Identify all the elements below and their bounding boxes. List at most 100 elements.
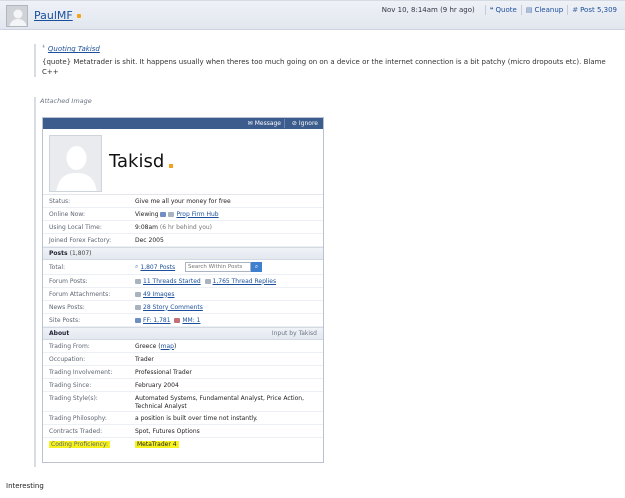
local-time: 9:08am bbox=[135, 223, 158, 231]
user-avatar[interactable] bbox=[6, 5, 28, 27]
forum-icon bbox=[168, 211, 175, 217]
info-label: Occupation: bbox=[49, 355, 86, 363]
info-value: Viewing Prop Firm Hub bbox=[135, 211, 219, 218]
info-value: 9:08am (6 hr behind you) bbox=[135, 224, 212, 231]
mm-site-icon bbox=[174, 317, 181, 323]
ignore-icon: ⊘ bbox=[291, 120, 297, 127]
profile-avatar bbox=[49, 135, 102, 192]
quote-icon: ❝ bbox=[489, 6, 494, 14]
about-row-styles: Trading Style(s): Automated Systems, Fun… bbox=[43, 392, 323, 412]
info-label: Trading Philosophy: bbox=[49, 414, 107, 422]
info-value: 28 Story Comments bbox=[135, 304, 203, 311]
info-row-status: Status: Give me all your money for free bbox=[43, 195, 323, 208]
attachment-block: Attached Image ✉ Message ⊘ Ignore Takisd bbox=[34, 97, 334, 467]
info-label: Trading Involvement: bbox=[49, 368, 113, 376]
info-value: Automated Systems, Fundamental Analyst, … bbox=[135, 395, 305, 410]
info-value: a position is built over time not instan… bbox=[135, 414, 258, 422]
about-row-trading-from: Trading From: Greece (map) bbox=[43, 340, 323, 353]
map-link[interactable]: map bbox=[161, 343, 174, 350]
total-posts-link[interactable]: 1,807 Posts bbox=[140, 264, 175, 271]
post-timestamp: Nov 10, 8:14am (9 hr ago) bbox=[381, 6, 475, 14]
envelope-icon: ✉ bbox=[247, 120, 253, 127]
info-value: Trader bbox=[135, 355, 154, 363]
about-row-since: Trading Since: February 2004 bbox=[43, 379, 323, 392]
cleanup-button[interactable]: ▤ Cleanup bbox=[520, 5, 567, 15]
post-header: PaulMF Nov 10, 8:14am (9 hr ago) ❝ Quote… bbox=[0, 0, 625, 30]
post-number-label: Post 5,309 bbox=[580, 6, 617, 14]
threads-started-link[interactable]: 11 Threads Started bbox=[143, 278, 201, 285]
about-row-coding: Coding Proficiency: MetaTrader 4 bbox=[43, 438, 323, 451]
cleanup-button-label: Cleanup bbox=[534, 6, 564, 14]
info-value: FF: 1,781 MM: 1 bbox=[135, 317, 200, 324]
info-value: Spot, Futures Options bbox=[135, 427, 200, 435]
attached-profile-image[interactable]: ✉ Message ⊘ Ignore Takisd Status: Give m… bbox=[42, 117, 324, 463]
quote-button[interactable]: ❝ Quote bbox=[484, 5, 521, 15]
quote-mark-icon: ❛ bbox=[42, 44, 45, 54]
about-input-by: Input by Takisd bbox=[271, 330, 317, 337]
info-label: Trading Style(s): bbox=[49, 395, 98, 402]
info-row-online: Online Now: Viewing Prop Firm Hub bbox=[43, 208, 323, 221]
ignore-button[interactable]: ⊘ Ignore bbox=[289, 119, 321, 128]
profile-name: Takisd bbox=[109, 151, 165, 172]
profile-silhouette-icon bbox=[50, 136, 101, 191]
thread-replies-link[interactable]: 1,765 Thread Replies bbox=[213, 278, 277, 285]
ff-posts-link[interactable]: FF: 1,781 bbox=[143, 317, 171, 324]
search-within-posts: ⌕ bbox=[185, 262, 262, 272]
viewing-text: Viewing bbox=[135, 210, 159, 218]
info-value: ⌕ 1,807 Posts bbox=[135, 263, 175, 271]
about-rows: Trading From: Greece (map) Occupation: T… bbox=[43, 340, 323, 451]
quote-text: {quote} Metatrader is shit. It happens u… bbox=[42, 58, 606, 76]
thread-icon bbox=[135, 278, 141, 284]
ignore-button-label: Ignore bbox=[298, 120, 318, 127]
ff-site-icon bbox=[135, 317, 141, 323]
flag-icon bbox=[160, 211, 167, 217]
info-label: Total: bbox=[49, 263, 66, 271]
posts-count: (1,807) bbox=[69, 250, 92, 257]
profile-identity: Takisd bbox=[43, 129, 323, 195]
info-label: Online Now: bbox=[49, 210, 86, 218]
posts-section-header: Posts (1,807) bbox=[43, 247, 323, 260]
info-value: Professional Trader bbox=[135, 368, 192, 376]
time-offset: (6 hr behind you) bbox=[159, 223, 213, 231]
country-text: Greece bbox=[135, 342, 157, 350]
search-button[interactable]: ⌕ bbox=[251, 262, 262, 272]
info-value: Greece (map) bbox=[135, 342, 177, 350]
reply-icon bbox=[204, 278, 211, 284]
info-label: Site Posts: bbox=[49, 316, 81, 324]
quote-button-label: Quote bbox=[495, 6, 517, 14]
message-button[interactable]: ✉ Message bbox=[245, 119, 285, 128]
post-number-link[interactable]: # Post 5,309 bbox=[567, 5, 621, 15]
post-meta: Nov 10, 8:14am (9 hr ago) ❝ Quote ▤ Clea… bbox=[382, 5, 621, 15]
cleanup-icon: ▤ bbox=[525, 6, 533, 14]
quote-block: ❛ Quoting Takisd {quote} Metatrader is s… bbox=[34, 44, 619, 77]
info-label: Trading From: bbox=[49, 342, 90, 350]
posts-title-text: Posts bbox=[49, 250, 68, 257]
online-status-icon bbox=[77, 14, 81, 18]
image-icon bbox=[135, 291, 141, 297]
story-comments-link[interactable]: 28 Story Comments bbox=[143, 304, 203, 311]
viewing-link[interactable]: Prop Firm Hub bbox=[176, 211, 218, 218]
post-username-link[interactable]: PaulMF bbox=[34, 9, 73, 22]
posts-section-title: Posts (1,807) bbox=[49, 250, 91, 257]
info-label: Status: bbox=[49, 197, 71, 205]
about-row-involvement: Trading Involvement: Professional Trader bbox=[43, 366, 323, 379]
info-label-highlighted: Coding Proficiency: bbox=[49, 441, 111, 448]
search-within-posts-input[interactable] bbox=[185, 262, 251, 272]
profile-info-rows: Status: Give me all your money for free … bbox=[43, 195, 323, 247]
info-label: Using Local Time: bbox=[49, 223, 102, 231]
info-label: News Posts: bbox=[49, 303, 85, 311]
info-label: Trading Since: bbox=[49, 381, 92, 389]
posts-rows: Total: ⌕ 1,807 Posts ⌕ Forum Posts: 11 T… bbox=[43, 260, 323, 327]
info-value: Give me all your money for free bbox=[135, 197, 231, 205]
message-button-label: Message bbox=[254, 120, 281, 127]
comment-icon bbox=[135, 304, 141, 310]
search-icon: ⌕ bbox=[254, 263, 259, 270]
about-row-contracts: Contracts Traded: Spot, Futures Options bbox=[43, 425, 323, 438]
quote-header: ❛ Quoting Takisd bbox=[42, 44, 619, 54]
images-link[interactable]: 49 Images bbox=[143, 291, 174, 298]
info-value: February 2004 bbox=[135, 381, 179, 389]
mm-posts-link[interactable]: MM: 1 bbox=[182, 317, 200, 324]
avatar-silhouette-icon bbox=[7, 6, 27, 26]
quote-author-link[interactable]: Quoting Takisd bbox=[48, 45, 100, 53]
info-label: Contracts Traded: bbox=[49, 427, 103, 435]
